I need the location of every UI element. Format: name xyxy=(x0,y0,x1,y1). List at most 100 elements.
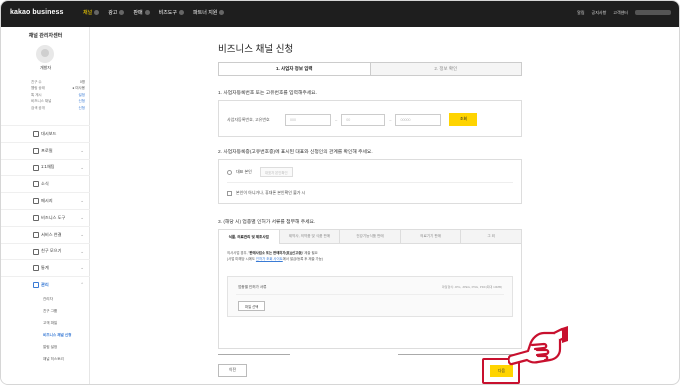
section-1-title: 1. 사업자등록번호 또는 고유번호를 입력해주세요. xyxy=(218,91,317,96)
section-2-box: 대표 본인 대표자 본인확인 본인이 아니거나, 휴대폰 본인확인 불가 시 xyxy=(218,159,522,204)
sidebar-item-profile[interactable]: 프로필 ⌄ xyxy=(1,141,90,159)
section-3-box: 식품, 의료관리 및 제조사업 제약사, 의약품 및 식품 판매 건강기능식품 … xyxy=(218,229,522,349)
sidebar-menu: 대시보드 프로필 ⌄ 1:1채팅 ⌄ 소식 메시지 ⌄ 비즈니스 도구 ⌄ 서비스 연결… xyxy=(1,125,90,365)
desc-text: 의사사업 경우, xyxy=(227,251,249,255)
nav-biz-tools[interactable]: 비즈도구 xyxy=(158,9,185,16)
chevron-down-icon: ⌄ xyxy=(80,265,84,271)
industry-tabs: 식품, 의료관리 및 제조사업 제약사, 의약품 및 식품 판매 건강기능식품 … xyxy=(219,230,521,244)
nav-biz-tools-label: 비즈도구 xyxy=(158,10,178,16)
file-select-button[interactable]: 파일 선택 xyxy=(238,301,266,311)
not-representative-label: 본인이 아니거나, 휴대폰 본인확인 불가 시 xyxy=(236,190,306,195)
tab-other[interactable]: 그 외 xyxy=(461,230,521,244)
nav-partner-label: 파트너 지원 xyxy=(193,10,218,16)
tab-pharma[interactable]: 제약사, 의약품 및 식품 판매 xyxy=(279,230,341,244)
help-center-link[interactable]: 고객센터 xyxy=(613,10,628,16)
sidebar-title: 채널 관리자센터 xyxy=(28,33,63,39)
submenu-biz-channel-apply[interactable]: 비즈니스 채널 신청 xyxy=(1,329,90,341)
not-representative-checkbox[interactable] xyxy=(227,190,232,196)
tab-health-food[interactable]: 건강기능식품 판매 xyxy=(340,230,401,244)
footer-divider-left xyxy=(218,354,290,355)
option-not-representative-row: 본인이 아니거나, 휴대폰 본인확인 불가 시 xyxy=(227,190,305,196)
option-representative-row: 대표 본인 대표자 본인확인 xyxy=(227,167,293,177)
chevron-down-icon: ⌄ xyxy=(80,231,84,237)
business-number-part1[interactable]: 000 xyxy=(285,113,331,126)
nav-sales-label: 판매 xyxy=(133,10,143,16)
doc-description: 의사사업 경우, '판매사업소 또는 판매허가(표)(신고증)' 제출 필요 (… xyxy=(227,250,323,262)
channel-stats: 친구 수 0명 웹링 상태 ● 미사용 톡 게시 설정 비즈니스 채널 신청 검색 공개… xyxy=(31,79,85,111)
nav-partner[interactable]: 파트너 지원 xyxy=(193,9,225,16)
sidebar-item-biz-tools[interactable]: 비즈니스 도구 ⌄ xyxy=(1,208,90,226)
stat-label: 검색 공개 xyxy=(31,105,45,110)
prev-button[interactable]: 이전 xyxy=(218,364,247,377)
business-number-part3[interactable]: 00000 xyxy=(395,113,442,126)
sidebar-item-chat[interactable]: 1:1채팅 ⌄ xyxy=(1,158,90,176)
sidebar-item-dashboard[interactable]: 대시보드 xyxy=(1,125,90,142)
nav-dot-icon xyxy=(94,10,100,15)
business-number-label: 사업자등록번호, 고유번호 xyxy=(227,116,270,122)
submenu-friend-group[interactable]: 친구 그룹 xyxy=(1,305,90,317)
nav-dot-icon xyxy=(219,10,225,15)
dash-separator: – xyxy=(389,117,392,122)
message-icon xyxy=(33,198,39,205)
chevron-down-icon: ⌄ xyxy=(80,198,84,204)
top-nav: 채널 광고 판매 비즈도구 파트너 지원 xyxy=(83,9,225,16)
submenu-notification-settings[interactable]: 알림 설정 xyxy=(1,341,90,353)
business-number-part2[interactable]: 00 xyxy=(341,113,386,126)
desc-text: (사업 미해당 시에도 xyxy=(227,257,256,261)
representative-verify-button[interactable]: 대표자 본인확인 xyxy=(259,167,293,177)
nav-dot-icon xyxy=(119,10,125,15)
upload-area: 업종별 인허가 서류 파일형식: JPG, JPEG, PNG, PDF(최대 … xyxy=(227,276,513,317)
chevron-down-icon: ⌄ xyxy=(80,248,84,254)
lookup-button[interactable]: 조회 xyxy=(449,113,478,126)
main-content: 비즈니스 채널 신청 1. 사업자 정보 입력 2. 정보 확인 1. 사업자등… xyxy=(90,27,679,384)
sidebar-item-posts[interactable]: 소식 xyxy=(1,175,90,192)
tab-food-medical[interactable]: 식품, 의료관리 및 제조사업 xyxy=(219,230,280,244)
submenu-customer-file[interactable]: 고객 파일 xyxy=(1,317,90,329)
channel-name: 개발자 xyxy=(39,65,52,70)
kakao-business-logo[interactable]: kakao business xyxy=(10,9,64,16)
section-1-box: 사업자등록번호, 고유번호 000 – 00 – 00000 조회 xyxy=(218,100,522,137)
chevron-down-icon: ⌄ xyxy=(80,214,84,220)
sidebar-item-label: 관리 xyxy=(41,282,49,288)
nav-sales[interactable]: 판매 xyxy=(133,9,150,16)
stat-link[interactable]: 신청 xyxy=(79,105,85,111)
window-frame: kakao business 채널 광고 판매 비즈도구 파트너 지원 알림 공… xyxy=(0,0,680,385)
representative-label: 대표 본인 xyxy=(236,169,252,174)
divider xyxy=(236,294,504,295)
representative-radio[interactable] xyxy=(227,169,232,175)
chevron-up-icon: ⌃ xyxy=(80,282,84,288)
tab-medical-device[interactable]: 의료기기 판매 xyxy=(400,230,462,244)
account-menu[interactable] xyxy=(635,10,671,15)
sidebar-item-label: 서비스 연결 xyxy=(41,231,62,237)
step-1: 1. 사업자 정보 입력 xyxy=(219,63,371,75)
nav-channel-label: 채널 xyxy=(83,10,93,16)
sidebar-item-label: 친구 모으기 xyxy=(41,248,62,254)
nav-ads[interactable]: 광고 xyxy=(108,9,125,16)
sidebar-item-message[interactable]: 메시지 ⌄ xyxy=(1,192,90,209)
divider xyxy=(227,182,513,183)
link-icon xyxy=(33,231,39,238)
license-lookup-link[interactable]: 인허가 조회 사이트 xyxy=(256,257,283,261)
nav-dot-icon xyxy=(179,10,185,15)
channel-avatar[interactable] xyxy=(36,45,54,63)
doc-description-line2: (사업 미해당 시에도 인허가 조회 사이트에서 발급/등록 후 제출 가능) xyxy=(227,256,323,262)
step-2: 2. 정보 확인 xyxy=(370,63,521,75)
desc-bold-text: '판매사업소 또는 판매허가(표)(신고증)' xyxy=(248,251,304,255)
chevron-down-icon: ⌄ xyxy=(80,147,84,153)
sidebar-item-label: 소식 xyxy=(41,181,49,187)
announcement-link[interactable]: 공지사항 xyxy=(592,10,607,16)
step-indicator: 1. 사업자 정보 입력 2. 정보 확인 xyxy=(218,62,522,76)
submenu-channel-history[interactable]: 채널 히스토리 xyxy=(1,353,90,365)
sidebar-item-manage[interactable]: 관리 ⌃ xyxy=(1,276,90,293)
sidebar-item-friends[interactable]: 친구 모으기 ⌄ xyxy=(1,242,90,260)
dashboard-icon xyxy=(33,131,39,137)
sidebar-item-service-link[interactable]: 서비스 연결 ⌄ xyxy=(1,225,90,243)
pointing-hand-icon xyxy=(508,326,568,366)
settings-icon xyxy=(33,282,39,289)
sidebar-item-stats[interactable]: 통계 ⌄ xyxy=(1,259,90,276)
nav-channel[interactable]: 채널 xyxy=(83,9,100,16)
submenu-admin[interactable]: 관리자 xyxy=(1,293,90,305)
sidebar-item-label: 프로필 xyxy=(41,147,53,153)
section-3-title: 3. (해당 시) 업종별 인허가 서류를 첨부해 주세요. xyxy=(218,220,316,225)
notice-link[interactable]: 알림 xyxy=(577,10,584,16)
